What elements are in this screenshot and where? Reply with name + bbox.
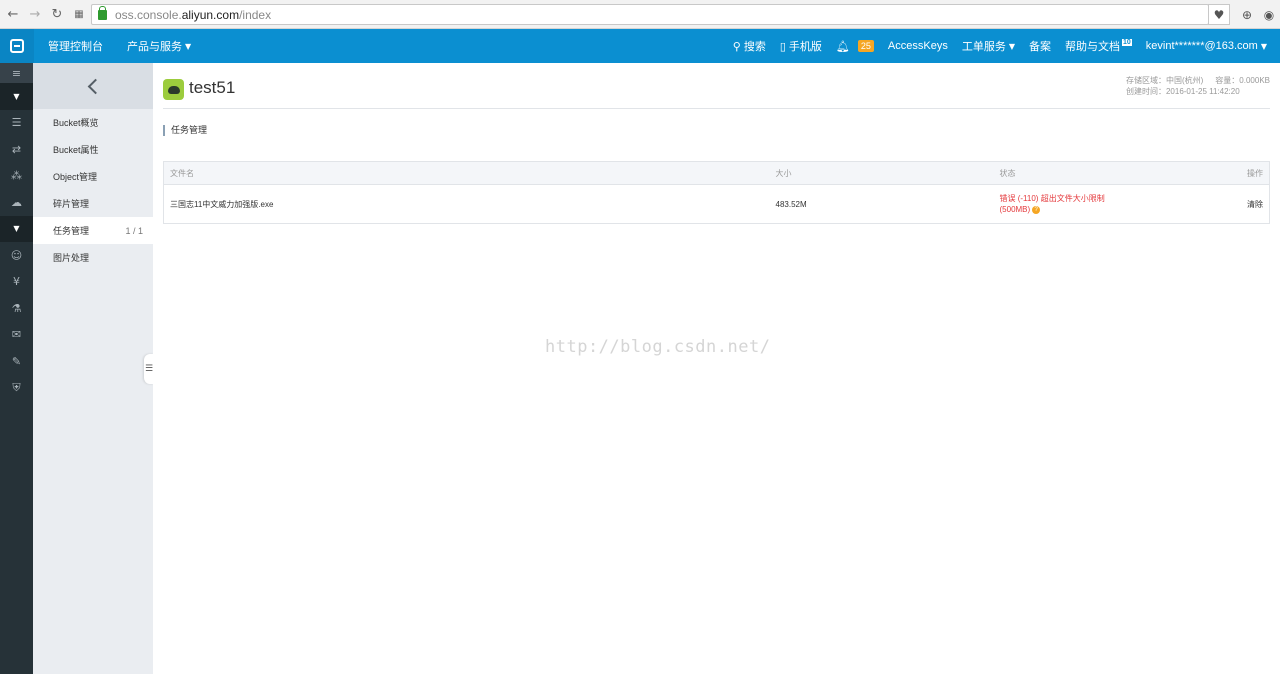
console-logo[interactable] <box>0 29 34 63</box>
tickets-label: 工单服务 <box>961 41 1006 53</box>
sidebar-item-object-management[interactable]: Object管理 <box>33 163 153 190</box>
bucket-meta: 存储区域：中国(杭州) 容量：0.000KB 创建时间：2016-01-25 11… <box>1126 75 1270 97</box>
help-badge: 10 <box>1121 38 1132 46</box>
menu-toggle-icon[interactable]: ≡ <box>0 63 33 83</box>
reload-icon[interactable]: ↻ <box>48 5 66 23</box>
profile-icon[interactable]: ◉ <box>1258 4 1280 25</box>
sidebar-item-label: Bucket概览 <box>53 118 99 128</box>
url-host: aliyun.com <box>181 7 240 22</box>
beian-link[interactable]: 备案 <box>1022 38 1058 54</box>
url-prefix: oss.console. <box>115 7 182 22</box>
download-icon[interactable]: ⊕ <box>1236 4 1258 25</box>
header-action: 操作 <box>1213 161 1270 185</box>
icon-rail: ≡ ▼ ☰ ⇄ ⁂ ☁ ▼ ☺ ¥ ⚗ ✉ ✎ ⛨ <box>0 63 33 674</box>
sidebar-item-label: 任务管理 <box>53 226 90 236</box>
status-error-line2: (500MB) <box>999 205 1031 214</box>
url-path: /index <box>239 7 272 22</box>
chevron-left-icon <box>87 78 103 94</box>
pencil-icon[interactable]: ✎ <box>0 348 33 375</box>
mobile-button[interactable]: ▯ 手机版 <box>773 38 829 54</box>
bucket-region: 存储区域：中国(杭州) <box>1125 76 1204 85</box>
bucket-icon <box>163 79 184 100</box>
bucket-capacity: 容量：0.000KB <box>1215 76 1270 85</box>
bucket-sidebar: Bucket概览 Bucket属性 Object管理 碎片管理 任务管理 1 /… <box>33 63 153 674</box>
table-header-row: 文件名 大小 状态 操作 <box>163 161 1270 185</box>
user-menu[interactable]: kevint*******@163.com ▼ <box>1139 40 1274 52</box>
back-button[interactable] <box>33 63 153 109</box>
shield-icon[interactable]: ⛨ <box>0 375 33 402</box>
yen-icon[interactable]: ¥ <box>0 269 33 296</box>
task-table: 文件名 大小 状态 操作 三国志11中文威力加强版.exe 483.52M 错误… <box>163 161 1270 224</box>
console-link[interactable]: 管理控制台 <box>36 38 115 54</box>
lock-icon <box>98 5 107 20</box>
top-navbar: 管理控制台 产品与服务 ▼ ⚲ 搜索 ▯ 手机版 🔔︎ 25 AccessKey… <box>0 29 1280 63</box>
status-error-line1: 错误 (-110) 超出文件大小限制 <box>999 194 1105 203</box>
tickets-menu[interactable]: 工单服务 ▼ <box>955 38 1022 54</box>
accesskeys-link[interactable]: AccessKeys <box>881 40 955 52</box>
sidebar-item-label: Bucket属性 <box>53 145 99 155</box>
bucket-name: test51 <box>189 78 236 97</box>
sidebar-item-label: 图片处理 <box>53 253 90 263</box>
bucket-created: 创建时间：2016-01-25 11:42:20 <box>1125 87 1240 96</box>
task-count: 1 / 1 <box>125 225 143 236</box>
forward-arrow-icon[interactable]: → <box>26 5 44 23</box>
watermark: http://blog.csdn.net/ <box>545 337 771 357</box>
search-label: 搜索 <box>743 41 766 53</box>
browser-toolbar: ← → ↻ ▦ oss.console. aliyun.com/index ♥ ⊕… <box>0 0 1280 29</box>
sidebar-item-label: 碎片管理 <box>53 199 90 209</box>
search-icon: ⚲ <box>732 39 741 53</box>
mobile-icon: ▯ <box>779 39 786 53</box>
notifications-button[interactable]: 🔔︎ 25 <box>829 40 881 53</box>
bell-icon: 🔔︎ <box>835 39 850 53</box>
collapse-caret-icon[interactable]: ▼ <box>0 215 33 242</box>
user-icon[interactable]: ☺ <box>0 242 33 269</box>
main-content: test51 存储区域：中国(杭州) 容量：0.000KB 创建时间：2016-0… <box>153 63 1280 674</box>
mail-icon[interactable]: ✉ <box>0 322 33 349</box>
console-logo-icon <box>10 39 24 53</box>
caret-down-icon: ▼ <box>1008 41 1015 51</box>
table-row: 三国志11中文威力加强版.exe 483.52M 错误 (-110) 超出文件大… <box>164 185 1270 224</box>
clear-task-link[interactable]: 清除 <box>1214 185 1270 224</box>
help-question-icon[interactable]: ? <box>1032 205 1041 214</box>
header-status: 状态 <box>993 161 1214 185</box>
notification-badge: 25 <box>857 40 874 52</box>
server-icon[interactable]: ☰ <box>0 110 33 137</box>
caret-down-icon: ▼ <box>1260 41 1267 51</box>
collapse-caret-icon[interactable]: ▼ <box>0 83 33 110</box>
sidebar-item-fragment-management[interactable]: 碎片管理 <box>33 190 153 217</box>
header-size: 大小 <box>769 161 994 185</box>
bucket-header: test51 存储区域：中国(杭州) 容量：0.000KB 创建时间：2016-0… <box>163 75 1270 109</box>
user-email: kevint*******@163.com <box>1145 40 1258 52</box>
sidebar-item-label: Object管理 <box>53 172 98 182</box>
products-menu[interactable]: 产品与服务 ▼ <box>115 38 203 54</box>
sidebar-item-bucket-properties[interactable]: Bucket属性 <box>33 136 153 163</box>
products-label: 产品与服务 <box>127 41 182 53</box>
help-label: 帮助与文档 <box>1064 41 1120 53</box>
sidebar-item-bucket-overview[interactable]: Bucket概览 <box>33 109 153 136</box>
header-filename: 文件名 <box>163 161 770 185</box>
cell-filename: 三国志11中文威力加强版.exe <box>170 199 274 209</box>
cell-status: 错误 (-110) 超出文件大小限制 (500MB)? <box>994 185 1214 224</box>
nodes-icon[interactable]: ⁂ <box>0 163 33 190</box>
flask-icon[interactable]: ⚗ <box>0 295 33 322</box>
cloud-icon[interactable]: ☁ <box>0 189 33 216</box>
caret-down-icon: ▼ <box>185 41 192 51</box>
status-error-line2-wrap: (500MB)? <box>1000 204 1208 215</box>
address-bar[interactable]: oss.console. aliyun.com/index <box>91 4 1209 25</box>
sidebar-item-image-processing[interactable]: 图片处理 <box>33 244 153 271</box>
sidebar-item-task-management[interactable]: 任务管理 1 / 1 <box>33 217 153 244</box>
cell-size: 483.52M <box>775 199 807 209</box>
cloud-icon <box>167 85 180 94</box>
mobile-label: 手机版 <box>788 41 822 53</box>
section-title: 任务管理 <box>163 125 207 136</box>
help-link[interactable]: 帮助与文档 10 <box>1058 38 1139 54</box>
network-icon[interactable]: ⇄ <box>0 136 33 163</box>
back-arrow-icon[interactable]: ← <box>4 5 22 23</box>
heart-icon[interactable]: ♥ <box>1208 4 1230 25</box>
search-button[interactable]: ⚲ 搜索 <box>726 38 773 54</box>
apps-grid-icon[interactable]: ▦ <box>70 5 88 23</box>
